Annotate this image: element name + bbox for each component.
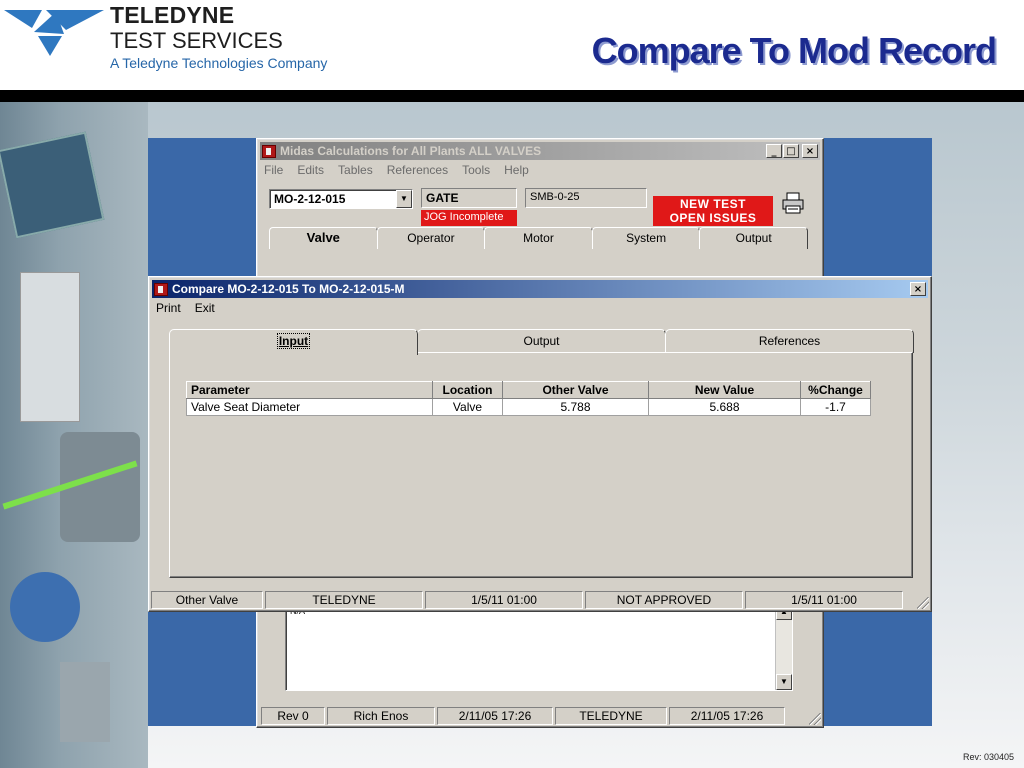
tab-output[interactable]: Output: [417, 329, 666, 353]
comparison-table: Parameter Location Other Valve New Value…: [186, 381, 871, 416]
midas-statusbar: Rev 0 Rich Enos 2/11/05 17:26 TELEDYNE 2…: [261, 707, 819, 725]
resize-grip-icon[interactable]: [917, 597, 929, 609]
brand-text: TELEDYNE TEST SERVICES A Teledyne Techno…: [110, 2, 327, 73]
menu-exit[interactable]: Exit: [194, 301, 216, 319]
minimize-button[interactable]: _: [766, 144, 782, 158]
brand-tagline: A Teledyne Technologies Company: [110, 55, 328, 71]
actuator-model-field: SMB-0-25: [525, 188, 647, 208]
notes-textarea[interactable]: N/A ▲ ▼: [285, 603, 793, 691]
mo-select-value: MO-2-12-015: [274, 192, 346, 206]
brand-name: TELEDYNE: [110, 2, 235, 28]
teledyne-logo-icon: [4, 10, 104, 56]
cell-parameter[interactable]: Valve Seat Diameter: [186, 398, 433, 416]
cell-change[interactable]: -1.7: [800, 398, 871, 416]
menu-print[interactable]: Print: [155, 301, 182, 319]
midas-menubar: File Edits Tables References Tools Help: [263, 163, 530, 181]
compare-statusbar: Other Valve TELEDYNE 1/5/11 01:00 NOT AP…: [151, 591, 927, 609]
status-created: 1/5/11 01:00: [425, 591, 583, 609]
menu-edits[interactable]: Edits: [296, 163, 325, 181]
resize-grip-icon[interactable]: [809, 713, 821, 725]
menu-tables[interactable]: Tables: [337, 163, 374, 181]
slide-title: Compare To Mod Record: [591, 30, 997, 71]
printer-icon[interactable]: [781, 191, 805, 215]
new-test-line2: OPEN ISSUES: [669, 211, 757, 225]
tab-output[interactable]: Output: [699, 227, 808, 249]
jog-status-label: JOG Incomplete: [421, 210, 517, 226]
compare-titlebar: Compare MO-2-12-015 To MO-2-12-015-M ×: [152, 280, 928, 298]
new-test-line1: NEW TEST: [680, 197, 746, 211]
tab-motor[interactable]: Motor: [484, 227, 593, 249]
tab-references[interactable]: References: [665, 329, 914, 353]
valve-type-field: GATE: [421, 188, 517, 208]
column-header-location[interactable]: Location: [432, 381, 503, 399]
notes-scrollbar[interactable]: ▲ ▼: [775, 604, 792, 690]
midas-title: Midas Calculations for All Plants ALL VA…: [280, 144, 542, 158]
background-equipment-photo: [0, 102, 148, 768]
compare-menubar: Print Exit: [155, 301, 216, 319]
revision-note: Rev: 030405: [962, 752, 1014, 762]
compare-window: Compare MO-2-12-015 To MO-2-12-015-M × P…: [148, 276, 932, 612]
midas-tabs: Valve Operator Motor System Output: [269, 227, 808, 249]
close-button[interactable]: ×: [910, 282, 926, 296]
scroll-down-icon[interactable]: ▼: [776, 674, 792, 690]
maximize-button[interactable]: □: [783, 144, 799, 158]
menu-file[interactable]: File: [263, 163, 284, 181]
cell-other-value[interactable]: 5.788: [502, 398, 649, 416]
midas-titlebar: Midas Calculations for All Plants ALL VA…: [260, 142, 820, 160]
compare-title: Compare MO-2-12-015 To MO-2-12-015-M: [172, 282, 405, 296]
table-header-row: Parameter Location Other Valve New Value…: [186, 381, 871, 399]
status-revision: Rev 0: [261, 707, 325, 725]
status-user: Rich Enos: [327, 707, 435, 725]
status-modified: 1/5/11 01:00: [745, 591, 903, 609]
brand-division: TEST SERVICES: [110, 28, 283, 53]
cell-new-value[interactable]: 5.688: [648, 398, 801, 416]
status-company: TELEDYNE: [555, 707, 667, 725]
column-header-parameter[interactable]: Parameter: [186, 381, 433, 399]
header-rule: [0, 90, 1024, 102]
new-test-open-issues-button[interactable]: NEW TEST OPEN ISSUES: [653, 196, 773, 226]
tab-input-label: Input: [276, 333, 311, 349]
status-modified: 2/11/05 17:26: [669, 707, 785, 725]
mo-select[interactable]: MO-2-12-015 ▼: [269, 189, 413, 209]
menu-help[interactable]: Help: [503, 163, 530, 181]
status-approval: NOT APPROVED: [585, 591, 743, 609]
column-header-other-value[interactable]: Other Valve: [502, 381, 649, 399]
menu-tools[interactable]: Tools: [461, 163, 491, 181]
compare-tabs: Input Output References: [169, 329, 914, 355]
column-header-change[interactable]: %Change: [800, 381, 871, 399]
app-icon: [154, 282, 168, 296]
status-created: 2/11/05 17:26: [437, 707, 553, 725]
table-row[interactable]: Valve Seat Diameter Valve 5.788 5.688 -1…: [186, 398, 871, 416]
status-source: Other Valve: [151, 591, 263, 609]
cell-location[interactable]: Valve: [432, 398, 503, 416]
close-button[interactable]: ×: [802, 144, 818, 158]
tab-system[interactable]: System: [591, 227, 701, 249]
slide-header: TELEDYNE TEST SERVICES A Teledyne Techno…: [0, 0, 1024, 90]
chevron-down-icon[interactable]: ▼: [396, 190, 412, 208]
status-company: TELEDYNE: [265, 591, 423, 609]
tab-input[interactable]: Input: [169, 329, 418, 355]
tab-valve[interactable]: Valve: [269, 227, 378, 249]
column-header-new-value[interactable]: New Value: [648, 381, 801, 399]
menu-references[interactable]: References: [386, 163, 449, 181]
compare-tab-panel: Parameter Location Other Valve New Value…: [169, 352, 913, 578]
tab-operator[interactable]: Operator: [376, 227, 486, 249]
app-icon: [262, 144, 276, 158]
